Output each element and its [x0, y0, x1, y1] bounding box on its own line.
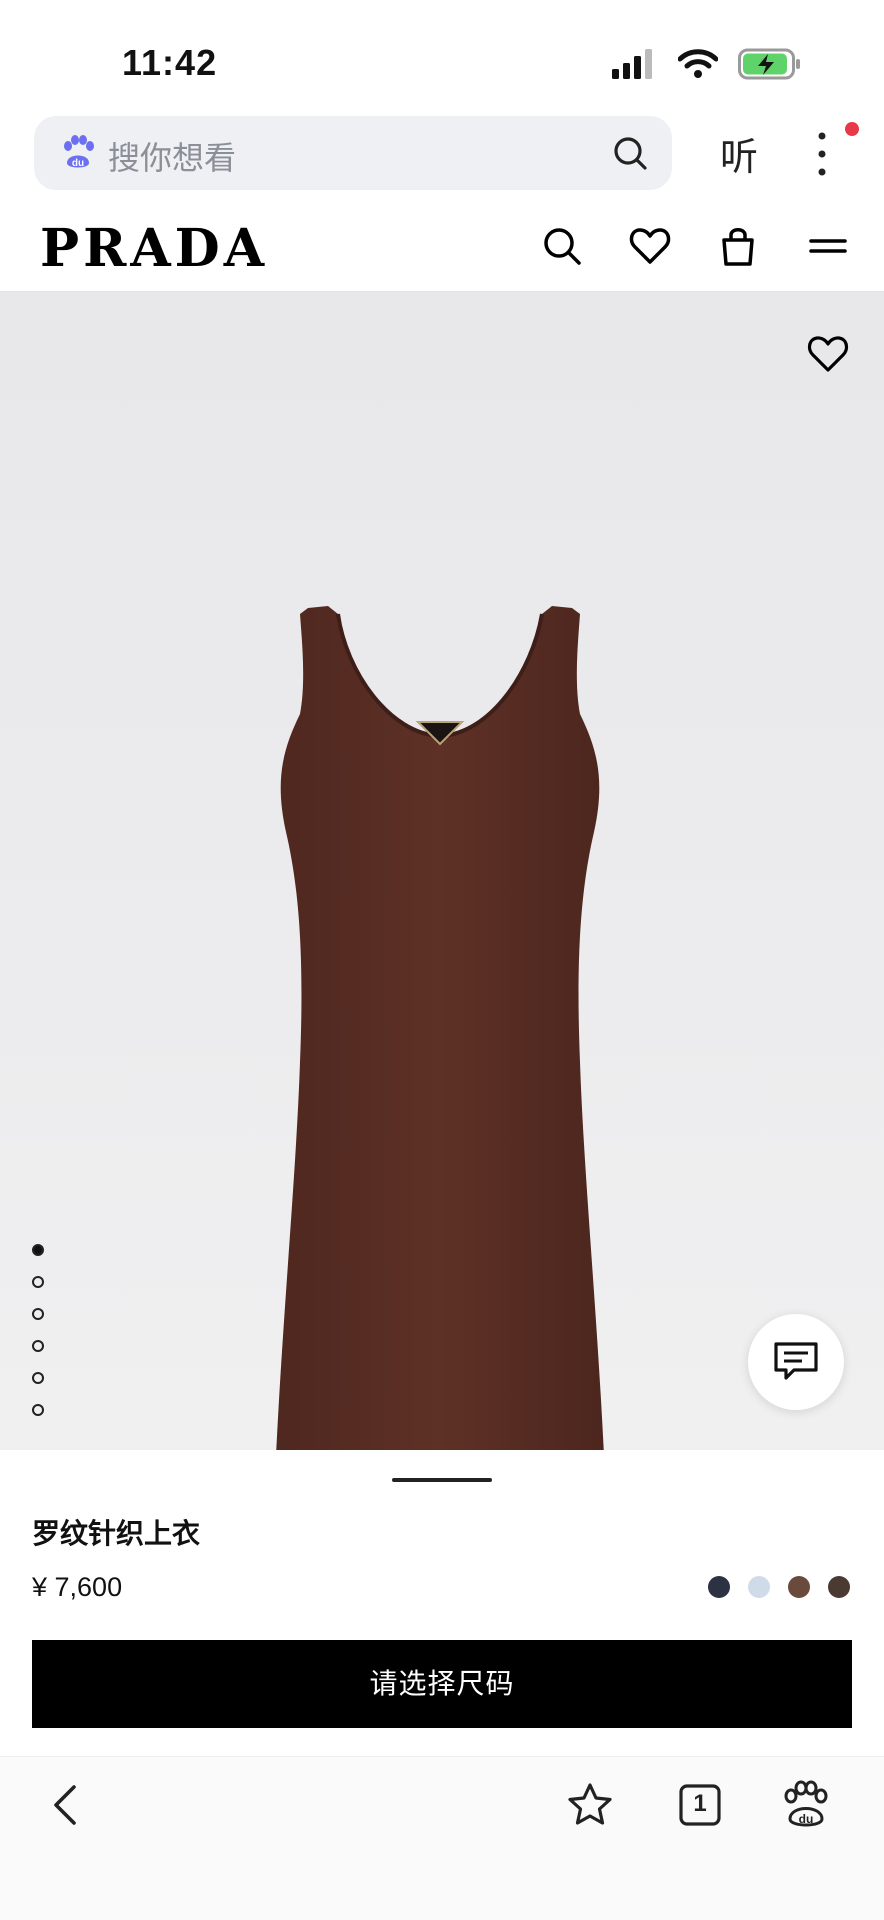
- baidu-home-icon[interactable]: du: [780, 1779, 832, 1831]
- browser-bar: du 搜你想看 听: [0, 112, 884, 198]
- chat-button[interactable]: [748, 1314, 844, 1410]
- product-name: 罗纹针织上衣: [32, 1517, 201, 1550]
- gallery-dot[interactable]: [32, 1244, 44, 1256]
- product-image-tank-top: [276, 606, 604, 1450]
- gallery-dot[interactable]: [32, 1340, 44, 1352]
- battery-charging-icon: [738, 48, 800, 80]
- baidu-paw-icon: du: [64, 135, 94, 169]
- listen-button[interactable]: 听: [720, 126, 758, 181]
- more-menu-icon[interactable]: [806, 124, 842, 184]
- search-placeholder: 搜你想看: [108, 139, 237, 177]
- sheet-drag-handle[interactable]: [392, 1478, 492, 1482]
- svg-text:du: du: [72, 158, 84, 169]
- gallery-dot[interactable]: [32, 1404, 44, 1416]
- product-price: ¥ 7,600: [32, 1572, 123, 1602]
- status-bar: 11:42: [0, 0, 884, 110]
- wishlist-heart-icon[interactable]: [628, 224, 672, 268]
- site-header: PRADA: [0, 204, 884, 292]
- tab-count: 1: [693, 1790, 707, 1817]
- status-time: 11:42: [122, 42, 218, 83]
- notification-dot: [845, 122, 859, 136]
- browser-bottom-bar: 1 du: [0, 1756, 884, 1920]
- status-icons: [612, 46, 802, 82]
- gallery-dot[interactable]: [32, 1308, 44, 1320]
- svg-text:du: du: [799, 1812, 814, 1826]
- header-search-icon[interactable]: [540, 224, 584, 268]
- color-swatch-light-blue[interactable]: [748, 1576, 770, 1598]
- cellular-signal-icon: [612, 49, 652, 79]
- gallery-pagination: [32, 1244, 46, 1436]
- search-icon[interactable]: [610, 133, 650, 173]
- select-size-button[interactable]: 请选择尺码: [32, 1640, 852, 1728]
- product-info-sheet: 罗纹针织上衣 ¥ 7,600 请选择尺码: [0, 1450, 884, 1760]
- browser-search-box[interactable]: du 搜你想看: [34, 116, 672, 190]
- page: 11:42 du 搜你想看 听 PRADA 罗纹针织上衣 ¥ 7,600 请选择…: [0, 0, 884, 1920]
- tabs-button[interactable]: 1: [674, 1779, 726, 1831]
- brand-logo[interactable]: PRADA: [40, 218, 268, 279]
- color-swatches: [708, 1576, 850, 1598]
- color-swatch-dark-brown[interactable]: [828, 1576, 850, 1598]
- back-arrow-icon[interactable]: [42, 1779, 94, 1831]
- gallery-dot[interactable]: [32, 1276, 44, 1288]
- shopping-bag-icon[interactable]: [716, 224, 760, 268]
- color-swatch-navy[interactable]: [708, 1576, 730, 1598]
- favorite-star-icon[interactable]: [564, 1779, 616, 1831]
- hamburger-menu-icon[interactable]: [806, 224, 850, 268]
- gallery-dot[interactable]: [32, 1372, 44, 1384]
- product-image-gallery[interactable]: [0, 292, 884, 1450]
- wifi-icon: [678, 49, 718, 78]
- add-to-wishlist-heart-icon[interactable]: [806, 332, 850, 376]
- color-swatch-brown[interactable]: [788, 1576, 810, 1598]
- chat-bubble-icon: [774, 1342, 818, 1380]
